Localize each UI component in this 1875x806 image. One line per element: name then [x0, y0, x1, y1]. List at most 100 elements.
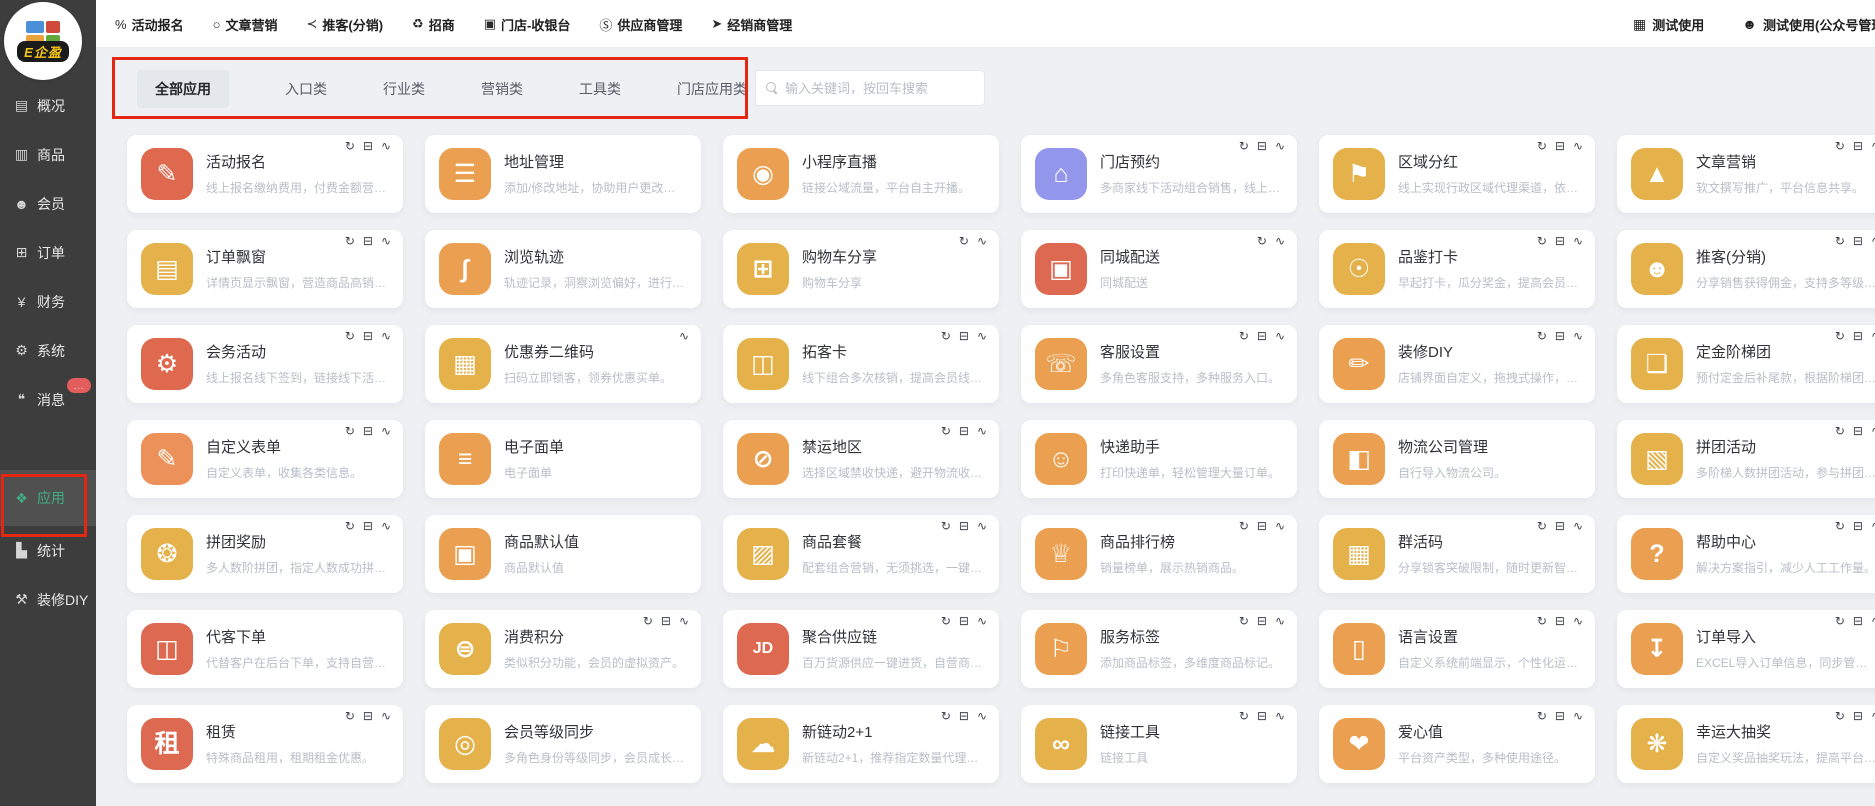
link-icon[interactable]: ∿: [381, 520, 391, 532]
app-card[interactable]: ↻⊟∿ ⚐ 服务标签 添加商品标签，多维度商品标记。: [1021, 610, 1297, 688]
sync-icon[interactable]: ↻: [1537, 520, 1547, 532]
app-card[interactable]: ◎ 会员等级同步 多角色身份等级同步，会员成长体...: [425, 705, 701, 783]
sync-icon[interactable]: ↻: [1835, 330, 1845, 342]
sync-icon[interactable]: ↻: [941, 520, 951, 532]
app-card[interactable]: ↻⊟∿ JD 聚合供应链 百万货源供应一键进货，自营商品...: [723, 610, 999, 688]
sync-icon[interactable]: ↻: [941, 615, 951, 627]
sync-icon[interactable]: ↻: [1537, 235, 1547, 247]
link-icon[interactable]: ∿: [1275, 235, 1285, 247]
app-card[interactable]: ↻∿ ▣ 同城配送 同城配送: [1021, 230, 1297, 308]
topnav-item[interactable]: Ⓢ 供应商管理: [599, 15, 682, 34]
sync-icon[interactable]: ↻: [1537, 710, 1547, 722]
sidebar-item[interactable]: ⚙ 系统: [0, 326, 96, 375]
app-card[interactable]: ↻⊟∿ ↧ 订单导入 EXCEL导入订单信息，同步管理。: [1617, 610, 1875, 688]
app-card[interactable]: ↻⊟∿ ∞ 链接工具 链接工具: [1021, 705, 1297, 783]
link-icon[interactable]: ∿: [381, 140, 391, 152]
filter-tab[interactable]: 行业类: [383, 70, 425, 108]
print-icon[interactable]: ⊟: [661, 615, 671, 627]
print-icon[interactable]: ⊟: [959, 425, 969, 437]
app-card[interactable]: ↻⊟∿ ⚑ 区域分红 线上实现行政区域代理渠道，依据...: [1319, 135, 1595, 213]
print-icon[interactable]: ⊟: [363, 330, 373, 342]
print-icon[interactable]: ⊟: [1555, 235, 1565, 247]
app-card[interactable]: ↻⊟∿ ❂ 拼团奖励 多人数阶拼团，指定人数成功拼团。: [127, 515, 403, 593]
print-icon[interactable]: ⊟: [1853, 235, 1863, 247]
app-card[interactable]: ↻⊟∿ ▲ 文章营销 软文撰写推广，平台信息共享。: [1617, 135, 1875, 213]
print-icon[interactable]: ⊟: [1853, 615, 1863, 627]
link-icon[interactable]: ∿: [1573, 330, 1583, 342]
topnav-item[interactable]: ≺ 推客(分销): [306, 15, 383, 34]
app-card[interactable]: ↻⊟∿ ◫ 拓客卡 线下组合多次核销，提高会员线下...: [723, 325, 999, 403]
app-card[interactable]: ↻⊟∿ ▦ 群活码 分享锁客突破限制，随时更新智能...: [1319, 515, 1595, 593]
print-icon[interactable]: ⊟: [959, 710, 969, 722]
sync-icon[interactable]: ↻: [1835, 520, 1845, 532]
app-card[interactable]: ↻⊟∿ ▤ 订单飘窗 详情页显示飘窗，营造商品高销量。: [127, 230, 403, 308]
search-input[interactable]: [785, 81, 974, 96]
app-card[interactable]: ↻⊟∿ ♕ 商品排行榜 销量榜单，展示热销商品。: [1021, 515, 1297, 593]
link-icon[interactable]: ∿: [1871, 235, 1875, 247]
link-icon[interactable]: ∿: [1871, 425, 1875, 437]
sync-icon[interactable]: ↻: [1537, 330, 1547, 342]
app-card[interactable]: ↻⊟∿ ✎ 活动报名 线上报名缴纳费用，付费金额营销...: [127, 135, 403, 213]
sync-icon[interactable]: ↻: [1835, 710, 1845, 722]
link-icon[interactable]: ∿: [1573, 235, 1583, 247]
sidebar-item[interactable]: ⊞ 订单: [0, 228, 96, 277]
app-card[interactable]: ↻⊟∿ ▧ 拼团活动 多阶梯人数拼团活动，参与拼团优...: [1617, 420, 1875, 498]
sync-icon[interactable]: ↻: [1239, 615, 1249, 627]
link-icon[interactable]: ∿: [1275, 520, 1285, 532]
sidebar-item[interactable]: ☻ 会员: [0, 179, 96, 228]
app-card[interactable]: ↻⊟∿ ▨ 商品套餐 配套组合营销，无须挑选，一键优...: [723, 515, 999, 593]
sync-icon[interactable]: ↻: [959, 235, 969, 247]
link-icon[interactable]: ∿: [1573, 615, 1583, 627]
app-card[interactable]: ↻∿ ⊞ 购物车分享 购物车分享: [723, 230, 999, 308]
link-icon[interactable]: ∿: [1573, 140, 1583, 152]
print-icon[interactable]: ⊟: [363, 235, 373, 247]
app-card[interactable]: ↻⊟∿ ⌂ 门店预约 多商家线下活动组合销售，线上预...: [1021, 135, 1297, 213]
sync-icon[interactable]: ↻: [1835, 425, 1845, 437]
app-card[interactable]: ▣ 商品默认值 商品默认值: [425, 515, 701, 593]
print-icon[interactable]: ⊟: [1853, 710, 1863, 722]
app-card[interactable]: ↻⊟∿ ▯ 语言设置 自定义系统前端显示，个性化运营。: [1319, 610, 1595, 688]
filter-tab[interactable]: 全部应用: [137, 70, 229, 108]
topnav-item[interactable]: ♻ 招商: [412, 15, 455, 34]
print-icon[interactable]: ⊟: [363, 520, 373, 532]
link-icon[interactable]: ∿: [381, 710, 391, 722]
link-icon[interactable]: ∿: [1871, 615, 1875, 627]
print-icon[interactable]: ⊟: [1555, 330, 1565, 342]
filter-tab[interactable]: 工具类: [579, 70, 621, 108]
sync-icon[interactable]: ↻: [643, 615, 653, 627]
print-icon[interactable]: ⊟: [959, 330, 969, 342]
print-icon[interactable]: ⊟: [1853, 520, 1863, 532]
filter-tab[interactable]: 入口类: [285, 70, 327, 108]
app-card[interactable]: ↻⊟∿ ⊜ 消费积分 类似积分功能，会员的虚拟资产。: [425, 610, 701, 688]
link-icon[interactable]: ∿: [977, 520, 987, 532]
link-icon[interactable]: ∿: [977, 710, 987, 722]
link-icon[interactable]: ∿: [1275, 330, 1285, 342]
app-card[interactable]: ≡ 电子面单 电子面单: [425, 420, 701, 498]
print-icon[interactable]: ⊟: [363, 140, 373, 152]
topbar-account-item[interactable]: ☻ 测试使用(公众号管理员: [1742, 15, 1875, 34]
topnav-item[interactable]: % 活动报名: [115, 15, 184, 34]
sync-icon[interactable]: ↻: [1257, 235, 1267, 247]
app-card[interactable]: ↻⊟∿ ☏ 客服设置 多角色客服支持，多种服务入口。: [1021, 325, 1297, 403]
app-card[interactable]: ∿ ▦ 优惠券二维码 扫码立即锁客，领券优惠买单。: [425, 325, 701, 403]
print-icon[interactable]: ⊟: [1555, 140, 1565, 152]
link-icon[interactable]: ∿: [977, 615, 987, 627]
app-card[interactable]: ↻⊟∿ ? 帮助中心 解决方案指引，减少人工工作量。: [1617, 515, 1875, 593]
sidebar-item[interactable]: ❝ 消息 ...: [0, 375, 96, 424]
sync-icon[interactable]: ↻: [941, 710, 951, 722]
print-icon[interactable]: ⊟: [1853, 425, 1863, 437]
print-icon[interactable]: ⊟: [959, 615, 969, 627]
link-icon[interactable]: ∿: [1573, 520, 1583, 532]
sync-icon[interactable]: ↻: [1239, 330, 1249, 342]
topnav-item[interactable]: ○ 文章营销: [213, 15, 278, 34]
print-icon[interactable]: ⊟: [1555, 615, 1565, 627]
sync-icon[interactable]: ↻: [1835, 140, 1845, 152]
link-icon[interactable]: ∿: [1275, 710, 1285, 722]
print-icon[interactable]: ⊟: [1555, 520, 1565, 532]
sync-icon[interactable]: ↻: [1239, 520, 1249, 532]
search-box[interactable]: [755, 70, 985, 106]
app-card[interactable]: ↻⊟∿ ⚙ 会务活动 线上报名线下签到，链接线下活动。: [127, 325, 403, 403]
app-card[interactable]: ◧ 物流公司管理 自行导入物流公司。: [1319, 420, 1595, 498]
print-icon[interactable]: ⊟: [1853, 140, 1863, 152]
link-icon[interactable]: ∿: [381, 235, 391, 247]
